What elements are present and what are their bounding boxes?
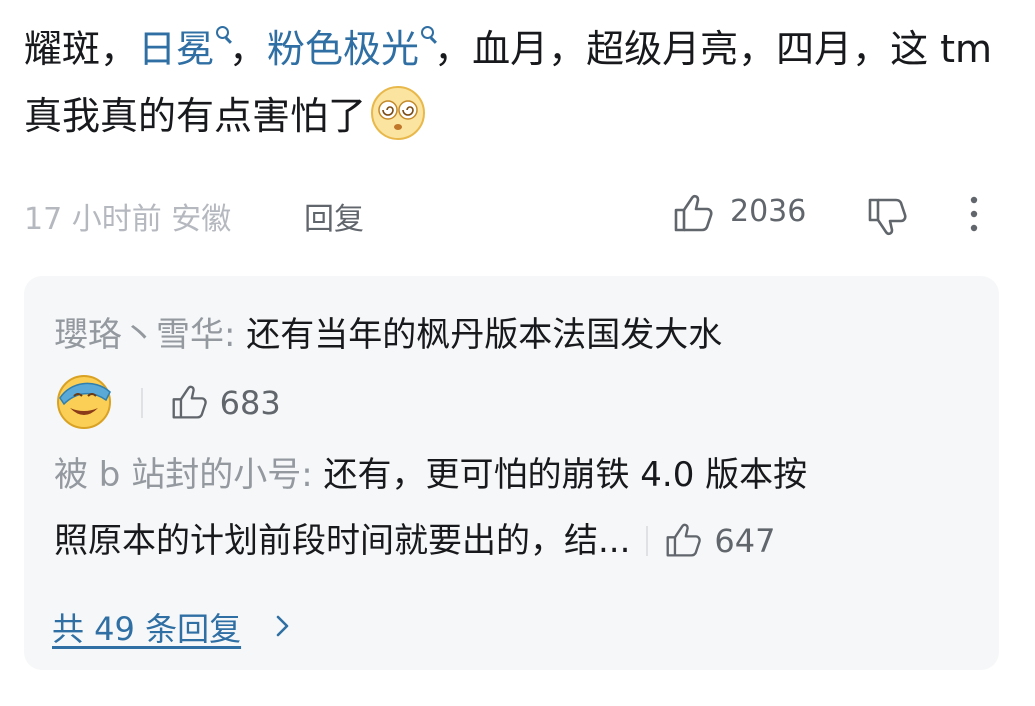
comment-text: 耀斑，日冕 ，粉色极光 ，血月，超级月亮，四月，这 tm 真我真的有点害怕了: [24, 16, 1014, 150]
keyword-link-aurora[interactable]: 粉色极光: [267, 26, 435, 71]
grinning-hand-over-face-emoji-icon: [57, 375, 111, 429]
replies-preview-box: 瓔珞丶雪华: 还有当年的枫丹版本法国发大水 683 被 b 站封的小号: 还有，…: [24, 276, 999, 670]
divider: [646, 526, 649, 556]
reply-username[interactable]: 瓔珞丶雪华: [54, 315, 224, 355]
like-icon[interactable]: [664, 521, 704, 559]
comment-meta-row: 17 小时前 安徽 回复 2036: [24, 190, 1014, 238]
reply-item-1[interactable]: 瓔珞丶雪华: 还有当年的枫丹版本法国发大水: [54, 312, 722, 358]
chevron-right-icon[interactable]: [272, 612, 292, 640]
comment-text-a: 耀斑，: [24, 27, 139, 71]
reply-like-count: 683: [219, 384, 281, 422]
keyword-link-corona[interactable]: 日冕: [138, 26, 230, 71]
reply-text: 还有当年的枫丹版本法国发大水: [246, 315, 723, 355]
reply-text: 还有，更可怕的崩铁 4.0 版本按: [323, 455, 808, 495]
like-icon[interactable]: [170, 383, 210, 421]
reply-button[interactable]: 回复: [304, 194, 364, 238]
reply-separator: :: [224, 315, 247, 355]
reply-item-2[interactable]: 被 b 站封的小号: 还有，更可怕的崩铁 4.0 版本按: [54, 452, 807, 498]
divider: [140, 388, 143, 418]
comment-text-b: ，: [229, 27, 268, 71]
dislike-icon[interactable]: [866, 196, 910, 238]
view-all-replies-link[interactable]: 共 49 条回复: [52, 604, 241, 650]
comment-time-location: 17 小时前 安徽: [24, 202, 232, 237]
reply-like-count: 647: [714, 522, 776, 560]
search-icon: [216, 26, 230, 39]
search-icon: [421, 26, 435, 39]
reply-item-2-cont[interactable]: 照原本的计划前段时间就要出的，结... 647: [54, 518, 776, 564]
like-count: 2036: [730, 194, 807, 229]
reply-separator: :: [301, 455, 324, 495]
reply-item-1-actions: 683: [54, 372, 281, 432]
like-icon[interactable]: [672, 192, 716, 234]
dizzy-face-emoji-icon: [371, 86, 426, 140]
reply-text-continued: 照原本的计划前段时间就要出的，结...: [54, 521, 631, 561]
reply-username[interactable]: 被 b 站封的小号: [54, 455, 301, 495]
more-options-icon[interactable]: [964, 194, 984, 234]
